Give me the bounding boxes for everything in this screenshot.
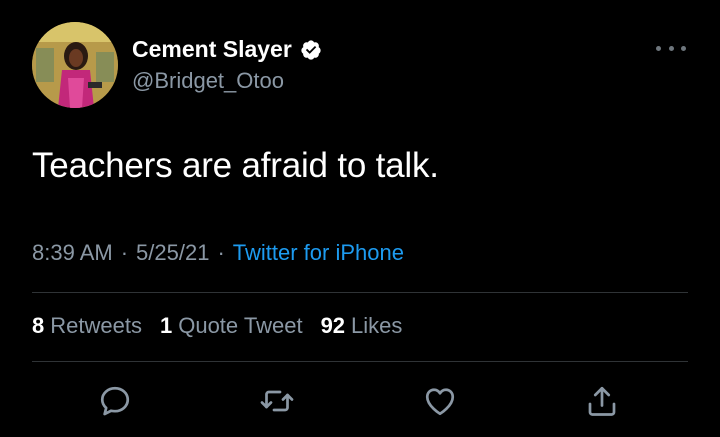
divider <box>32 292 688 293</box>
quotes-count: 1 <box>159 313 173 338</box>
likes-count: 92 <box>320 313 346 338</box>
quotes-label: Quote Tweet <box>178 313 303 338</box>
tweet-date[interactable]: 5/25/21 <box>136 240 209 266</box>
author-name-row[interactable]: Cement Slayer <box>132 36 322 63</box>
retweets-count: 8 <box>32 313 45 338</box>
more-options-icon[interactable] <box>656 38 686 58</box>
reply-icon <box>100 386 130 416</box>
tweet-meta: 8:39 AM · 5/25/21 · Twitter for iPhone <box>32 240 404 266</box>
tweet-source-link[interactable]: Twitter for iPhone <box>233 240 404 266</box>
retweet-button[interactable] <box>257 378 297 424</box>
like-button[interactable] <box>420 378 460 424</box>
likes-stat[interactable]: 92 Likes <box>321 313 403 339</box>
retweet-icon <box>260 390 294 412</box>
meta-separator: · <box>217 240 225 265</box>
retweets-stat[interactable]: 8 Retweets <box>32 313 142 339</box>
action-bar <box>0 378 720 424</box>
author-handle[interactable]: @Bridget_Otoo <box>132 68 284 94</box>
display-name[interactable]: Cement Slayer <box>132 36 292 63</box>
tweet-stats: 8 Retweets 1 Quote Tweet 92 Likes <box>32 313 420 339</box>
share-button[interactable] <box>582 378 622 424</box>
tweet-time[interactable]: 8:39 AM <box>32 240 113 266</box>
meta-separator: · <box>120 240 129 265</box>
avatar[interactable] <box>32 22 118 108</box>
verified-badge-icon <box>300 39 322 61</box>
divider <box>32 361 688 362</box>
likes-label: Likes <box>351 313 403 338</box>
share-icon <box>588 386 616 416</box>
tweet-card: Cement Slayer @Bridget_Otoo Teachers are… <box>0 0 720 437</box>
tweet-text: Teachers are afraid to talk. <box>32 146 439 185</box>
heart-icon <box>425 388 455 416</box>
avatar-image <box>32 22 118 108</box>
retweets-label: Retweets <box>50 313 142 338</box>
reply-button[interactable] <box>95 378 135 424</box>
quote-tweets-stat[interactable]: 1 Quote Tweet <box>160 313 303 339</box>
